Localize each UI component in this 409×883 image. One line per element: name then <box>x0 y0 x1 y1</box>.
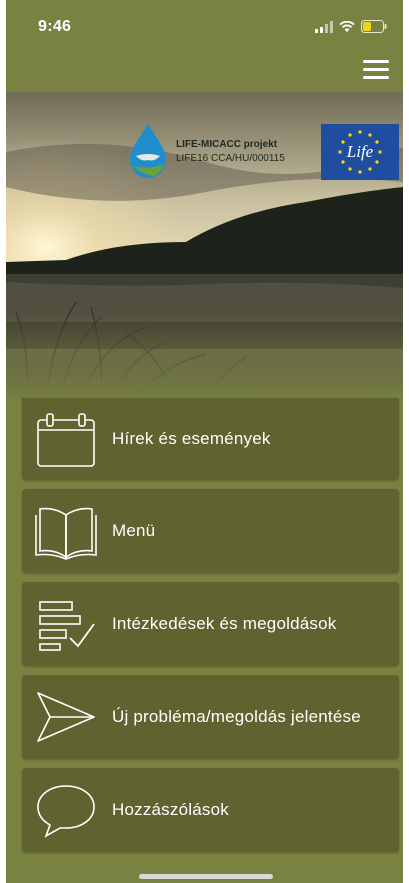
project-logo-block: LIFE-MICACC projekt LIFE16 CCA/HU/000115 <box>126 122 285 182</box>
status-time: 9:46 <box>38 18 72 35</box>
checklist-icon <box>39 601 95 651</box>
menu-item-label: Hírek és események <box>112 429 271 448</box>
menu-item-menu[interactable]: Menü <box>22 489 399 573</box>
send-icon <box>37 692 95 742</box>
menu-item-label: Menü <box>112 521 156 540</box>
hero-banner: LIFE-MICACC projekt LIFE16 CCA/HU/000115… <box>6 92 403 402</box>
speech-bubble-icon <box>37 785 95 838</box>
eu-logo-text: Life <box>346 142 374 161</box>
app-screen: 9:46 LIFE-MICACC projekt LIFE16 CCA/HU/0… <box>6 0 403 883</box>
main-menu: Hírek és események Menü Intézkedések és … <box>22 398 399 861</box>
home-indicator[interactable] <box>139 874 273 879</box>
menu-item-label: Új probléma/megoldás jelentése <box>112 707 361 726</box>
hamburger-menu-icon[interactable] <box>363 60 389 80</box>
menu-item-news-events[interactable]: Hírek és események <box>22 398 399 480</box>
menu-item-report-problem[interactable]: Új probléma/megoldás jelentése <box>22 675 399 759</box>
top-bar <box>6 52 403 92</box>
calendar-icon <box>37 413 95 467</box>
water-drop-logo-icon <box>130 124 166 178</box>
project-title: LIFE-MICACC projekt <box>176 139 278 150</box>
status-icons <box>315 20 387 33</box>
signal-icon <box>315 20 333 33</box>
project-code: LIFE16 CCA/HU/000115 <box>176 153 285 164</box>
menu-item-label: Hozzászólások <box>112 800 229 819</box>
menu-item-measures-solutions[interactable]: Intézkedések és megoldások <box>22 582 399 666</box>
book-icon <box>35 507 97 560</box>
eu-stars-icon: Life <box>338 130 382 174</box>
status-bar: 9:46 <box>6 0 403 52</box>
battery-icon <box>361 20 387 33</box>
menu-item-comments[interactable]: Hozzászólások <box>22 768 399 852</box>
wifi-icon <box>339 20 355 32</box>
eu-life-logo: Life <box>321 124 399 180</box>
menu-item-label: Intézkedések és megoldások <box>112 614 337 633</box>
